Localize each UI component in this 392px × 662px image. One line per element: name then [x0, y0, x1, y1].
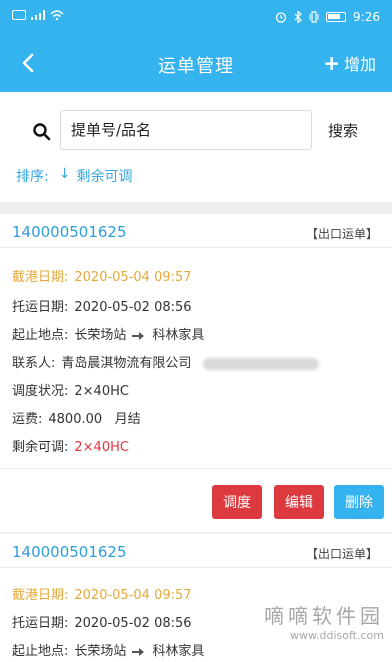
search-button[interactable]: 搜索 [328, 120, 358, 141]
port-cutoff-value: 2020-05-04 09:57 [74, 588, 192, 603]
port-cutoff-row: 截港日期: 2020-05-04 09:57 [12, 584, 192, 603]
waybill-number[interactable]: 140000501625 [12, 223, 127, 241]
waybill-number[interactable]: 140000501625 [12, 543, 127, 561]
ship-date-value: 2020-05-02 08:56 [74, 616, 192, 631]
dispatch-status-value: 2×40HC [74, 384, 129, 399]
fee-value: 4800.00 [48, 412, 103, 427]
status-bar: 9:26 [0, 0, 392, 36]
status-time: 9:26 [353, 10, 380, 24]
dispatch-status-row: 调度状况: 2×40HC [12, 380, 129, 399]
dispatch-button[interactable]: 调度 [212, 485, 262, 519]
ship-date-value: 2020-05-02 08:56 [74, 300, 192, 315]
ship-date-label: 托运日期: [12, 300, 69, 315]
waybill-type: 【出口运单】 [305, 547, 378, 561]
sort-value: 剩余可调 [76, 169, 133, 185]
watermark-text: 嘀嘀软件园 [264, 604, 384, 628]
watermark: 嘀嘀软件园 www.ddisoft.com [264, 600, 384, 642]
port-cutoff-row: 截港日期: 2020-05-04 09:57 [12, 266, 192, 285]
ship-date-label: 托运日期: [12, 616, 69, 631]
ship-date-row: 托运日期: 2020-05-02 08:56 [12, 612, 192, 631]
ship-date-row: 托运日期: 2020-05-02 08:56 [12, 296, 192, 315]
status-right: 9:26 [275, 10, 380, 24]
add-button[interactable]: + 增加 [323, 51, 376, 75]
sort-label: 排序: [16, 169, 49, 185]
waybill-card[interactable]: 140000501625 【出口运单】 截港日期: 2020-05-04 09:5… [0, 534, 392, 662]
sort-control[interactable]: 排序: ↓ 剩余可调 [16, 166, 132, 186]
contact-row: 联系人: 青岛晨淇物流有限公司 [12, 352, 320, 371]
contact-company: 青岛晨淇物流有限公司 [61, 356, 192, 371]
vibrate-icon [309, 11, 319, 23]
route-arrow-icon [132, 331, 145, 340]
wifi-icon [50, 10, 64, 20]
port-cutoff-label: 截港日期: [12, 270, 69, 285]
remaining-value: 2×40HC [74, 440, 129, 455]
fee-row: 运费: 4800.00 月结 [12, 408, 141, 427]
add-button-label: 增加 [343, 55, 376, 74]
remaining-row: 剩余可调: 2×40HC [12, 436, 129, 455]
bluetooth-icon [294, 11, 302, 23]
sim-icon [12, 10, 26, 20]
edit-button[interactable]: 编辑 [274, 485, 324, 519]
delete-button[interactable]: 删除 [334, 485, 384, 519]
waybill-header: 140000501625 【出口运单】 [0, 214, 392, 248]
waybill-actions: 调度 编辑 删除 [0, 468, 392, 532]
route-label: 起止地点: [12, 328, 69, 343]
route-label: 起止地点: [12, 644, 69, 659]
search-icon [33, 123, 51, 141]
route-arrow-icon [132, 647, 145, 656]
route-to: 科林家具 [152, 644, 205, 659]
watermark-url: www.ddisoft.com [290, 629, 384, 642]
header: 运单管理 + 增加 [0, 36, 392, 92]
waybill-type: 【出口运单】 [305, 227, 378, 241]
sort-arrow-icon: ↓ [58, 166, 71, 182]
route-from: 长荣场站 [74, 328, 127, 343]
contact-label: 联系人: [12, 356, 56, 371]
dispatch-status-label: 调度状况: [12, 384, 69, 399]
port-cutoff-value: 2020-05-04 09:57 [74, 270, 192, 285]
alarm-icon [275, 12, 287, 23]
waybill-card[interactable]: 140000501625 【出口运单】 截港日期: 2020-05-04 09:5… [0, 214, 392, 532]
contact-phone-blurred [203, 357, 320, 370]
route-row: 起止地点: 长荣场站 科林家具 [12, 640, 204, 659]
signal-icon [31, 10, 45, 20]
route-from: 长荣场站 [74, 644, 127, 659]
route-row: 起止地点: 长荣场站 科林家具 [12, 324, 204, 343]
battery-icon [326, 12, 347, 22]
route-to: 科林家具 [152, 328, 205, 343]
plus-icon: + [323, 51, 340, 75]
waybill-header: 140000501625 【出口运单】 [0, 534, 392, 568]
fee-term: 月结 [114, 412, 141, 427]
port-cutoff-label: 截港日期: [12, 588, 69, 603]
remaining-label: 剩余可调: [12, 440, 69, 455]
search-panel: 搜索 排序: ↓ 剩余可调 [0, 92, 392, 202]
fee-label: 运费: [12, 412, 43, 427]
search-input[interactable] [60, 110, 312, 150]
status-left [12, 10, 64, 20]
